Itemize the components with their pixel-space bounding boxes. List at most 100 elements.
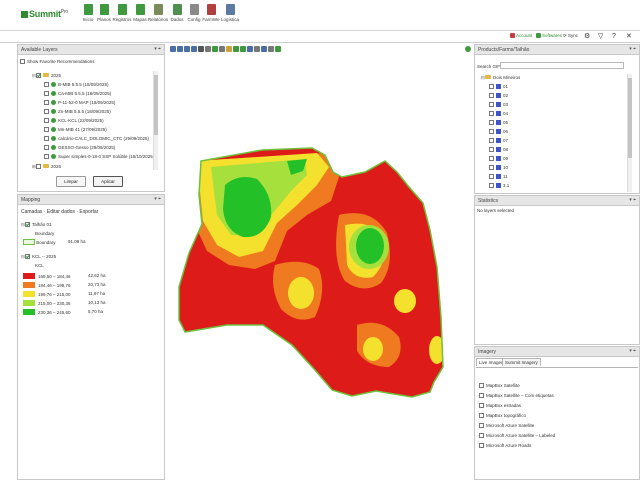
pin-icon[interactable]: ▾ ⌖ [629,197,636,203]
imagery-checkbox[interactable] [479,433,484,438]
measure-icon[interactable] [247,46,253,52]
softwares-status[interactable]: Softwares [536,33,562,38]
imagery-item[interactable]: MapBox topográfico [479,413,526,418]
field-item[interactable]: 07 [489,138,508,143]
settings-gear-icon[interactable]: ⚙ [584,33,590,40]
field-checkbox[interactable] [489,174,494,179]
layer-item[interactable]: KCL-KCL (22/09/2025) [44,118,104,123]
ribbon-button-logistics[interactable]: Logística [219,4,241,30]
tree-year-2026[interactable]: ⊞ 2026 [32,164,61,170]
layer-item[interactable]: calcário-CALC_DOLOMIC_CTC (29/09/2025) [44,136,149,141]
menu-editar-dados[interactable]: Editar dados [47,209,75,215]
field-checkbox[interactable] [489,84,494,89]
add-icon[interactable] [240,46,246,52]
layer-item[interactable]: B-MIB 5.5.5 (18/09/2025) [44,82,109,87]
pin-icon[interactable]: ▾ ⌖ [629,348,636,354]
pin-icon[interactable]: ▾ ⌖ [154,196,161,202]
field-item[interactable]: 11 [489,174,508,179]
field-item[interactable]: 06 [489,129,508,134]
kcl-layer-toggle[interactable]: ⊟ KCL -- 2025 [21,254,56,260]
field-checkbox[interactable] [489,183,494,188]
field-checkbox[interactable] [489,129,494,134]
imagery-checkbox[interactable] [479,443,484,448]
layer-item[interactable]: Ca-MIB 5.5.5 (18/09/2025) [44,91,111,96]
close-icon[interactable]: ✕ [626,33,632,40]
filter-icon[interactable]: ▽ [598,33,603,40]
pan-icon[interactable] [219,46,225,52]
layer-item[interactable]: Super simples-0-18-0 SSP Solúble (16/10/… [44,154,154,159]
field-item[interactable]: 04 [489,111,508,116]
map-canvas[interactable] [167,55,473,480]
field-item[interactable]: 10 [489,165,508,170]
map-refresh-icon[interactable] [465,46,471,52]
zoom-window-icon[interactable] [191,46,197,52]
field-checkbox[interactable] [489,93,494,98]
refresh-icon[interactable] [198,46,204,52]
field-item[interactable]: 05 [489,120,508,125]
imagery-item[interactable]: MapBox estradas [479,403,521,408]
imagery-item[interactable]: Microsoft Azure Roads [479,443,531,448]
apply-button[interactable]: Aplicar [93,176,123,187]
edit-icon[interactable] [212,46,218,52]
layer-item[interactable]: P-11-52-0 MAP (18/09/2025) [44,100,115,105]
field-layer-toggle[interactable]: ⊟ Talhão 01 [21,222,52,228]
imagery-item[interactable]: MapBox Satellite [479,383,520,388]
layer-checkbox[interactable] [44,82,49,87]
products-scrollbar[interactable] [627,74,632,192]
field-item[interactable]: 09 [489,156,508,161]
search-input[interactable] [500,62,624,69]
draw-icon[interactable] [275,46,281,52]
layer-item[interactable]: Mn-MIB 41 (27/09/2025) [44,127,107,132]
zoom-out-icon[interactable] [177,46,183,52]
zoom-in-icon[interactable] [170,46,176,52]
field-checkbox[interactable] [489,102,494,107]
show-favorites-checkbox[interactable]: Show Favorite Recommendations [20,59,95,64]
pin-icon[interactable]: ▾ ⌖ [629,46,636,52]
imagery-checkbox[interactable] [479,413,484,418]
info-icon[interactable] [254,46,260,52]
field-checkbox[interactable] [489,111,494,116]
tree-year-2025[interactable]: ⊟ 2025 [32,73,61,79]
field-item[interactable]: 03 [489,102,508,107]
layer-checkbox[interactable] [44,136,49,141]
layer-checkbox[interactable] [44,100,49,105]
select-icon[interactable] [205,46,211,52]
identify-icon[interactable] [226,46,232,52]
sync-status[interactable]: ⟳ Sync [563,33,578,39]
imagery-item[interactable]: Microsoft Azure Satellite – Labeled [479,433,555,438]
field-item[interactable]: 02 [489,93,508,98]
field-checkbox[interactable] [489,120,494,125]
zoom-extent-icon[interactable] [184,46,190,52]
imagery-item[interactable]: Microsoft Azure Satellite [479,423,534,428]
layer-icon[interactable] [233,46,239,52]
layer-checkbox[interactable] [44,127,49,132]
layer-checkbox[interactable] [44,118,49,123]
farm-node[interactable]: ⊟ Dois Mineiros [481,75,520,81]
help-icon[interactable]: ? [612,33,616,40]
imagery-checkbox[interactable] [479,423,484,428]
layer-checkbox[interactable] [44,109,49,114]
field-checkbox[interactable] [489,147,494,152]
field-item[interactable]: 3.1 [489,183,509,188]
field-checkbox[interactable] [489,165,494,170]
link-icon[interactable] [261,46,267,52]
imagery-checkbox[interactable] [479,383,484,388]
field-item[interactable]: 08 [489,147,508,152]
field-checkbox[interactable] [489,138,494,143]
layer-checkbox[interactable] [44,154,49,159]
layer-checkbox[interactable] [44,145,49,150]
account-status[interactable]: Account [510,33,532,38]
imagery-checkbox[interactable] [479,403,484,408]
clear-button[interactable]: Limpar [56,176,86,187]
menu-camadas[interactable]: Camadas [21,209,42,215]
layer-checkbox[interactable] [44,91,49,96]
imagery-item[interactable]: MapBox Satellite – Com etiquetas [479,393,554,398]
field-item[interactable]: 01 [489,84,508,89]
imagery-checkbox[interactable] [479,393,484,398]
layer-item[interactable]: GESSO-Gesso (29/09/2025) [44,145,115,150]
pin-icon[interactable]: ▾ ⌖ [154,46,161,52]
field-checkbox[interactable] [489,156,494,161]
layer-item[interactable]: Zn-MIB 5.5.5 (18/09/2025) [44,109,111,114]
layers-scrollbar[interactable] [153,71,158,170]
tab-summit-imagery[interactable]: Summit Imagery [502,358,541,366]
